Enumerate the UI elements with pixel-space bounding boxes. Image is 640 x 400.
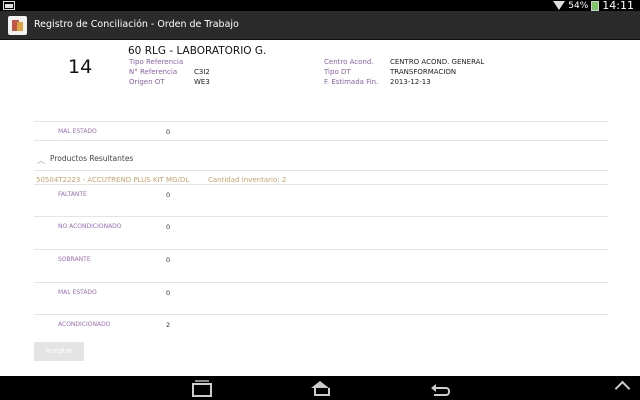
chevron-up-icon[interactable] [608, 380, 638, 396]
product-name: 50504T2223 - ACCUTREND PLUS KIT MG/DL [36, 176, 190, 184]
product-quantity-label: Cantidad Inventario: [208, 176, 280, 184]
app-logo-icon[interactable] [8, 16, 27, 35]
navigation-bar [0, 376, 640, 400]
row-label-no-acondicionado: NO ACONDICIONADO [58, 223, 122, 230]
battery-percent: 54% [568, 0, 589, 11]
divider [34, 140, 608, 141]
chevron-up-icon[interactable]: ︿ [37, 155, 45, 166]
section-title-productos-resultantes[interactable]: Productos Resultantes [50, 154, 133, 163]
row-label-sobrante: SOBRANTE [58, 256, 91, 263]
field-label-tipo-referencia: Tipo Referencia [129, 58, 184, 66]
row-value-faltante[interactable]: 0 [166, 191, 170, 199]
row-label-mal-estado: MAL ESTADO [58, 128, 97, 135]
battery-icon [591, 0, 600, 11]
field-value-numero-referencia: C3I2 [194, 68, 210, 76]
row-label-acondicionado: ACONDICIONADO [58, 321, 111, 328]
wifi-icon [553, 1, 566, 10]
row-value-no-acondicionado[interactable]: 0 [166, 223, 170, 231]
field-label-tipo-dt: Tipo DT [324, 68, 351, 76]
divider [34, 249, 608, 250]
row-value-acondicionado[interactable]: 2 [166, 321, 170, 329]
work-order-number: 14 [68, 56, 93, 78]
divider [34, 314, 608, 315]
status-bar: 54% 14:11 [0, 0, 640, 12]
field-value-centro-acond: CENTRO ACOND. GENERAL [390, 58, 485, 66]
field-value-tipo-dt: TRANSFORMACION [390, 68, 457, 76]
home-icon[interactable] [305, 380, 335, 396]
back-icon[interactable] [428, 380, 458, 396]
action-bar: Registro de Conciliación - Orden de Trab… [0, 11, 640, 40]
row-value-mal-estado[interactable]: 0 [166, 128, 170, 136]
recent-apps-icon[interactable] [185, 380, 215, 397]
field-label-centro-acond: Centro Acond. [324, 58, 374, 66]
field-value-origen-ot: WE3 [194, 78, 210, 86]
app-title: Registro de Conciliación - Orden de Trab… [34, 19, 239, 30]
divider [34, 282, 608, 283]
work-order-title: 60 RLG - LABORATORIO G. [128, 45, 267, 57]
divider [34, 170, 608, 171]
divider [34, 121, 608, 122]
divider [34, 216, 608, 217]
field-value-fecha-estimada-fin: 2013-12-13 [390, 78, 431, 86]
row-label-mal-estado-producto: MAL ESTADO [58, 289, 97, 296]
divider [34, 184, 608, 185]
field-label-fecha-estimada-fin: F. Estimada Fin. [324, 78, 379, 86]
accept-button[interactable]: Aceptar [34, 342, 84, 361]
row-value-mal-estado-producto[interactable]: 0 [166, 289, 170, 297]
field-label-origen-ot: Origen OT [129, 78, 165, 86]
product-quantity-value: 2 [281, 176, 287, 184]
row-label-faltante: FALTANTE [58, 191, 87, 198]
status-indicators: 54% 14:11 [553, 0, 634, 12]
field-label-numero-referencia: N° Referencia [129, 68, 178, 76]
screenshot-notification-icon [3, 1, 15, 10]
row-value-sobrante[interactable]: 0 [166, 256, 170, 264]
product-quantity: Cantidad Inventario: 2 [208, 176, 286, 184]
